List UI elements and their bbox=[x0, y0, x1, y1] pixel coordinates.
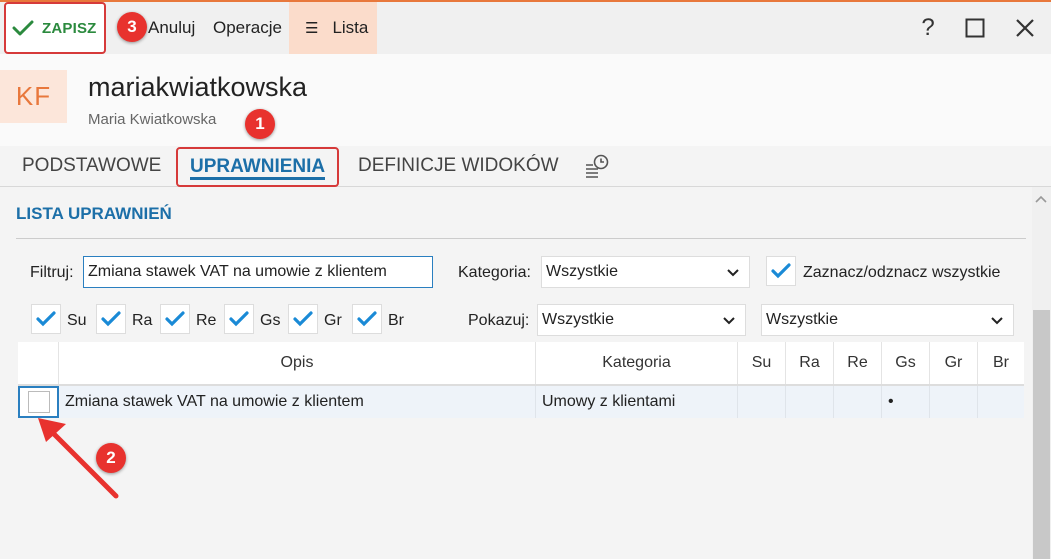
cancel-button[interactable]: Anuluj bbox=[148, 2, 195, 54]
list-button-label: Lista bbox=[332, 18, 369, 37]
user-header: KF mariakwiatkowska Maria Kwiatkowska bbox=[0, 54, 1051, 146]
grid-header: Opis Kategoria Su Ra Re Gs Gr Br bbox=[18, 342, 1024, 386]
checkmark-icon bbox=[12, 20, 34, 36]
list-button[interactable]: ☰ Lista bbox=[289, 2, 377, 54]
checkbox-gr-label: Gr bbox=[324, 312, 342, 329]
tab-bar: PODSTAWOWE UPRAWNIENIA DEFINICJE WIDOKÓW bbox=[0, 146, 1051, 187]
checkbox-gs-label: Gs bbox=[260, 312, 281, 329]
checkbox-br[interactable] bbox=[352, 304, 382, 334]
history-list-icon bbox=[586, 154, 609, 178]
header-gs[interactable]: Gs bbox=[882, 342, 930, 384]
tab-definicje-widokow[interactable]: DEFINICJE WIDOKÓW bbox=[358, 146, 559, 186]
checkbox-br-label: Br bbox=[388, 312, 404, 329]
save-button-label: ZAPISZ bbox=[42, 19, 97, 37]
show-label: Pokazuj: bbox=[468, 312, 530, 329]
cell-opis: Zmiana stawek VAT na umowie z klientem bbox=[59, 386, 536, 418]
close-button[interactable] bbox=[1007, 10, 1043, 46]
scrollbar-thumb[interactable] bbox=[1033, 310, 1050, 559]
operations-button[interactable]: Operacje bbox=[213, 2, 282, 54]
checkbox-ra[interactable] bbox=[96, 304, 126, 334]
tab-label: UPRAWNIENIA bbox=[190, 156, 326, 177]
annotation-badge-3: 3 bbox=[117, 12, 147, 42]
hamburger-icon: ☰ bbox=[305, 20, 319, 37]
maximize-button[interactable] bbox=[957, 10, 993, 46]
maximize-icon bbox=[965, 18, 985, 38]
show-select-2[interactable]: Wszystkie bbox=[761, 304, 1014, 336]
tab-uprawnienia[interactable]: UPRAWNIENIA bbox=[176, 147, 340, 187]
help-icon: ? bbox=[921, 14, 935, 41]
checkbox-re[interactable] bbox=[160, 304, 190, 334]
checkmark-icon bbox=[101, 311, 121, 327]
cell-ra[interactable] bbox=[786, 386, 834, 418]
filter-input[interactable] bbox=[83, 256, 433, 288]
annotation-badge-2: 2 bbox=[96, 443, 126, 473]
permissions-panel: LISTA UPRAWNIEŃ Filtruj: Kategoria: Wszy… bbox=[0, 187, 1032, 559]
checkbox-gr[interactable] bbox=[288, 304, 318, 334]
tab-podstawowe[interactable]: PODSTAWOWE bbox=[22, 146, 161, 186]
checkbox-re-label: Re bbox=[196, 312, 217, 329]
toggle-all-label: Zaznacz/odznacz wszystkie bbox=[803, 264, 1001, 281]
section-divider bbox=[16, 238, 1026, 239]
cell-kategoria: Umowy z klientami bbox=[536, 386, 738, 418]
show-select[interactable]: Wszystkie bbox=[537, 304, 746, 336]
header-gr[interactable]: Gr bbox=[930, 342, 978, 384]
close-icon bbox=[1016, 19, 1034, 37]
username: mariakwiatkowska bbox=[88, 72, 308, 102]
cell-su[interactable] bbox=[738, 386, 786, 418]
scroll-up-icon[interactable] bbox=[1034, 193, 1048, 205]
cell-re[interactable] bbox=[834, 386, 882, 418]
annotation-badge-1: 1 bbox=[245, 109, 275, 139]
checkbox-gs[interactable] bbox=[224, 304, 254, 334]
full-name: Maria Kwiatkowska bbox=[88, 111, 217, 128]
table-row[interactable]: Zmiana stawek VAT na umowie z klientem U… bbox=[18, 386, 1024, 418]
header-su[interactable]: Su bbox=[738, 342, 786, 384]
checkmark-icon bbox=[771, 263, 791, 279]
cancel-button-label: Anuluj bbox=[148, 18, 196, 37]
section-title: LISTA UPRAWNIEŃ bbox=[16, 204, 172, 223]
chevron-down-icon bbox=[991, 317, 1003, 325]
category-select-value: Wszystkie bbox=[546, 263, 618, 280]
header-select-col bbox=[18, 342, 59, 384]
checkmark-icon bbox=[293, 311, 313, 327]
history-button[interactable] bbox=[584, 146, 610, 186]
cell-br[interactable] bbox=[978, 386, 1024, 418]
checkmark-icon bbox=[36, 311, 56, 327]
tab-label: DEFINICJE WIDOKÓW bbox=[358, 155, 559, 176]
chevron-down-icon bbox=[727, 269, 739, 277]
show-select-value: Wszystkie bbox=[542, 311, 614, 328]
operations-button-label: Operacje bbox=[213, 18, 282, 37]
category-select[interactable]: Wszystkie bbox=[541, 256, 750, 288]
checkmark-icon bbox=[229, 311, 249, 327]
toolbar: ZAPISZ Anuluj Operacje ☰ Lista ? bbox=[0, 0, 1051, 54]
header-re[interactable]: Re bbox=[834, 342, 882, 384]
header-kategoria[interactable]: Kategoria bbox=[536, 342, 738, 384]
checkbox-su[interactable] bbox=[31, 304, 61, 334]
tab-label: PODSTAWOWE bbox=[22, 155, 162, 176]
checkbox-su-label: Su bbox=[67, 312, 87, 329]
category-label: Kategoria: bbox=[458, 264, 531, 281]
chevron-down-icon bbox=[723, 317, 735, 325]
save-button[interactable]: ZAPISZ bbox=[4, 2, 106, 54]
avatar: KF bbox=[0, 70, 67, 123]
header-opis[interactable]: Opis bbox=[59, 342, 536, 384]
cell-gr[interactable] bbox=[930, 386, 978, 418]
help-button[interactable]: ? bbox=[910, 10, 946, 46]
checkmark-icon bbox=[357, 311, 377, 327]
header-ra[interactable]: Ra bbox=[786, 342, 834, 384]
toggle-all-checkbox[interactable] bbox=[766, 256, 796, 286]
show-select-2-value: Wszystkie bbox=[766, 311, 838, 328]
checkmark-icon bbox=[165, 311, 185, 327]
cell-gs[interactable]: • bbox=[882, 386, 930, 418]
checkbox-ra-label: Ra bbox=[132, 312, 153, 329]
header-br[interactable]: Br bbox=[978, 342, 1024, 384]
filter-label: Filtruj: bbox=[30, 264, 74, 281]
